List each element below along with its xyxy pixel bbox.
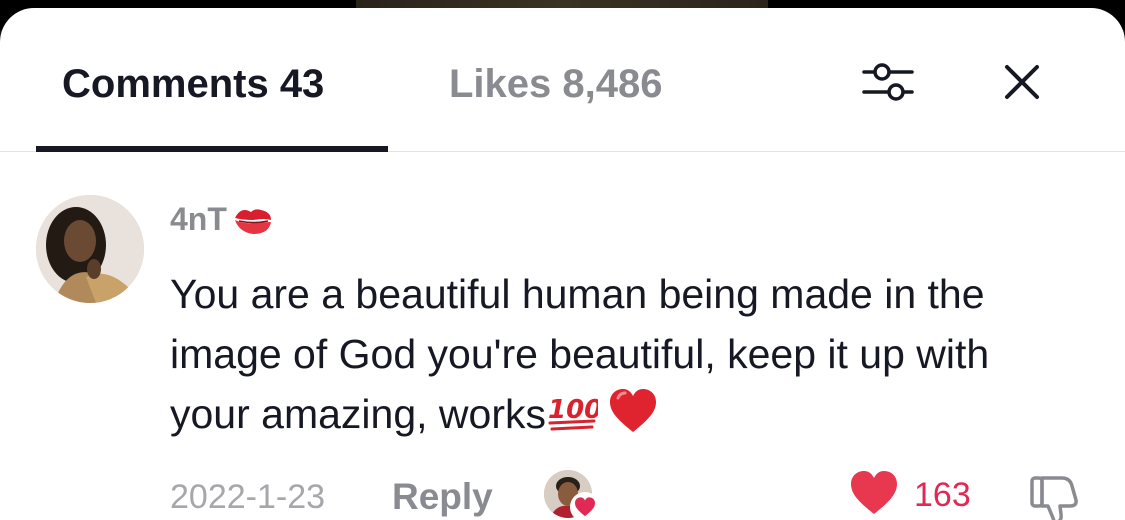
creator-liked-badge bbox=[544, 470, 600, 520]
like-count: 163 bbox=[914, 475, 971, 514]
close-icon[interactable] bbox=[992, 52, 1052, 112]
heart-icon bbox=[848, 470, 900, 520]
tab-bar: Comments 43 Likes 8,486 bbox=[0, 8, 1125, 152]
app-frame: Comments 43 Likes 8,486 4nT You are a be… bbox=[0, 0, 1125, 520]
thumbs-down-icon[interactable] bbox=[1026, 470, 1082, 520]
comment-author-row: 4nT bbox=[170, 201, 275, 238]
tab-comments[interactable]: Comments 43 bbox=[62, 62, 324, 107]
comments-sheet: Comments 43 Likes 8,486 4nT You are a be… bbox=[0, 8, 1125, 520]
avatar[interactable] bbox=[36, 195, 144, 303]
tab-likes[interactable]: Likes 8,486 bbox=[449, 62, 663, 107]
comment-meta-row: 2022-1-23 Reply 163 bbox=[170, 470, 1090, 520]
red-heart-icon bbox=[608, 388, 658, 450]
comment-item: 4nT You are a beautiful human being made… bbox=[0, 152, 1125, 520]
comment-body: You are a beautiful human being made in … bbox=[170, 264, 1070, 450]
comment-date: 2022-1-23 bbox=[170, 478, 326, 516]
like-button[interactable]: 163 bbox=[848, 470, 971, 520]
creator-heart-icon bbox=[570, 492, 600, 520]
hundred-points-icon: 100 bbox=[546, 390, 602, 450]
comment-username[interactable]: 4nT bbox=[170, 201, 227, 238]
reply-button[interactable]: Reply bbox=[392, 476, 493, 518]
kiss-mark-icon bbox=[231, 202, 275, 238]
sliders-icon[interactable] bbox=[858, 52, 918, 112]
